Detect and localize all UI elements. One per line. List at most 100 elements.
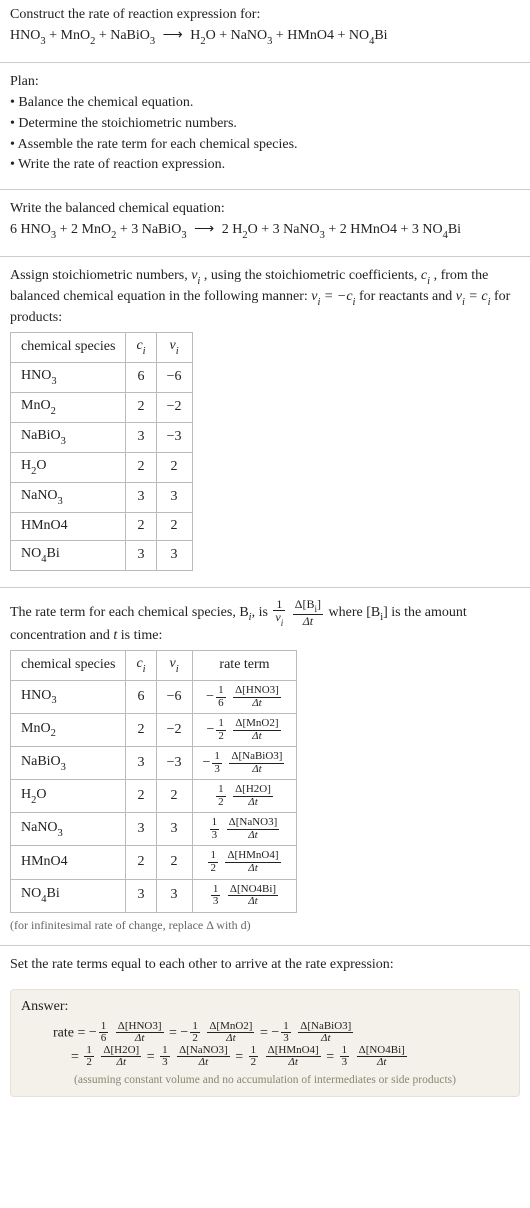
denominator: 2 — [216, 796, 226, 809]
denominator: 3 — [211, 895, 221, 908]
cell-c: 3 — [126, 540, 156, 570]
c-i: ci — [421, 268, 430, 283]
plan-title: Plan: — [10, 73, 520, 92]
fraction: Δ[HNO3]Δt — [116, 1021, 164, 1045]
cell-c: 6 — [126, 362, 156, 392]
denominator: 3 — [212, 763, 222, 776]
numerator: Δ[NO4Bi] — [228, 884, 278, 896]
denominator: 3 — [340, 1056, 350, 1069]
denominator: Δt — [207, 1032, 254, 1045]
problem-title: Construct the rate of reaction expressio… — [10, 6, 520, 25]
rate-term: 12 Δ[HMnO4]Δt — [247, 1049, 323, 1064]
rate-term: −16 Δ[HNO3]Δt — [89, 1025, 166, 1040]
fraction: Δ[H2O]Δt — [233, 784, 273, 808]
eq-lhs: 6 HNO3 + 2 MnO2 + 3 NaBiO3 — [10, 222, 187, 237]
denominator: Δt — [233, 697, 281, 710]
cell-c: 3 — [126, 482, 156, 512]
divider — [0, 945, 530, 946]
fraction: 16 — [216, 685, 226, 709]
rate-term: −13 Δ[NaBiO3]Δt — [271, 1025, 355, 1040]
rule-products: νi = ci — [456, 289, 491, 304]
cell-rate-term: −12 Δ[MnO2]Δt — [192, 714, 297, 747]
nu-i: νi — [191, 268, 200, 283]
table-row: HMnO422 — [11, 512, 193, 540]
cell-c: 2 — [126, 512, 156, 540]
assign-intro: Assign stoichiometric numbers, νi , usin… — [10, 267, 520, 328]
denominator: νi — [273, 610, 285, 627]
plan-list: Balance the chemical equation. Determine… — [10, 94, 520, 176]
fraction: Δ[HNO3]Δt — [233, 685, 281, 709]
text: is time: — [121, 628, 163, 643]
numerator: 1 — [211, 884, 221, 896]
cell-rate-term: 13 Δ[NO4Bi]Δt — [192, 879, 297, 912]
text: The rate term for each chemical species,… — [10, 605, 249, 620]
rule-reactants: νi = −ci — [311, 289, 355, 304]
numerator: 1 — [216, 685, 226, 697]
fraction: Δ[H2O]Δt — [101, 1045, 141, 1069]
cell-nu: 2 — [156, 512, 192, 540]
cell-rate-term: 12 Δ[H2O]Δt — [192, 780, 297, 813]
cell-species: HMnO4 — [11, 846, 126, 879]
numerator: 1 — [84, 1045, 94, 1057]
numerator: 1 — [340, 1045, 350, 1057]
numerator: Δ[HNO3] — [116, 1021, 164, 1033]
rate-term: 13 Δ[NaNO3]Δt — [158, 1049, 232, 1064]
cell-nu: 3 — [156, 540, 192, 570]
denominator: Δt — [233, 730, 280, 743]
derivative-note: (for infinitesimal rate of change, repla… — [10, 917, 520, 933]
plan-item: Assemble the rate term for each chemical… — [10, 136, 520, 155]
numerator: 1 — [249, 1045, 259, 1057]
stoichiometry-table: chemical species ci νi HNO36−6MnO22−2NaB… — [10, 332, 193, 571]
numerator: Δ[H2O] — [101, 1045, 141, 1057]
arrow-icon: ⟶ — [159, 28, 187, 43]
cell-species: NO4Bi — [11, 879, 126, 912]
fraction: 12 — [249, 1045, 259, 1069]
cell-nu: −6 — [156, 680, 192, 713]
cell-nu: −2 — [156, 714, 192, 747]
balanced-equation: 6 HNO3 + 2 MnO2 + 3 NaBiO3 ⟶ 2 H2O + 3 N… — [10, 221, 520, 242]
cell-nu: 2 — [156, 780, 192, 813]
cell-nu: −2 — [156, 392, 192, 422]
denominator: 2 — [208, 862, 218, 875]
plan-section: Plan: Balance the chemical equation. Det… — [0, 67, 530, 185]
numerator: Δ[HMnO4] — [266, 1045, 321, 1057]
fraction: Δ[NO4Bi]Δt — [357, 1045, 407, 1069]
fraction: 13 — [340, 1045, 350, 1069]
fraction: Δ[NaNO3]Δt — [177, 1045, 230, 1069]
fraction: 12 — [84, 1045, 94, 1069]
answer-box: Answer: rate = −16 Δ[HNO3]Δt = −12 Δ[MnO… — [10, 989, 520, 1098]
set-equal-section: Set the rate terms equal to each other t… — [0, 950, 530, 983]
rate-term: −12 Δ[MnO2]Δt — [180, 1025, 256, 1040]
denominator: 3 — [281, 1032, 291, 1045]
rate-line-2: = 12 Δ[H2O]Δt = 13 Δ[NaNO3]Δt = 12 Δ[HMn… — [53, 1045, 509, 1069]
numerator: Δ[HNO3] — [233, 685, 281, 697]
denominator: Δt — [177, 1056, 230, 1069]
numerator: 1 — [208, 850, 218, 862]
rate-term-intro: The rate term for each chemical species,… — [10, 598, 520, 646]
fraction: Δ[MnO2]Δt — [207, 1021, 254, 1045]
cell-c: 2 — [126, 392, 156, 422]
cell-c: 2 — [126, 846, 156, 879]
cell-rate-term: 12 Δ[HMnO4]Δt — [192, 846, 297, 879]
col-rate-term: rate term — [192, 650, 297, 680]
denominator: Δt — [227, 829, 280, 842]
table-header-row: chemical species ci νi rate term — [11, 650, 297, 680]
cell-c: 2 — [126, 452, 156, 482]
balanced-section: Write the balanced chemical equation: 6 … — [0, 194, 530, 252]
numerator: 1 — [273, 598, 285, 611]
balanced-title: Write the balanced chemical equation: — [10, 200, 520, 219]
fraction: Δ[Bi] Δt — [293, 598, 323, 627]
denominator: Δt — [266, 1056, 321, 1069]
denominator: Δt — [298, 1032, 353, 1045]
cell-c: 3 — [126, 422, 156, 452]
cell-nu: −6 — [156, 362, 192, 392]
fraction: 12 — [216, 718, 226, 742]
cell-species: MnO2 — [11, 392, 126, 422]
rate-expression: rate = −16 Δ[HNO3]Δt = −12 Δ[MnO2]Δt = −… — [21, 1021, 509, 1069]
denominator: 6 — [216, 697, 226, 710]
cell-species: MnO2 — [11, 714, 126, 747]
fraction: Δ[NaNO3]Δt — [227, 817, 280, 841]
cell-species: H2O — [11, 452, 126, 482]
eq-lhs: HNO3 + MnO2 + NaBiO3 — [10, 28, 155, 43]
divider — [0, 62, 530, 63]
